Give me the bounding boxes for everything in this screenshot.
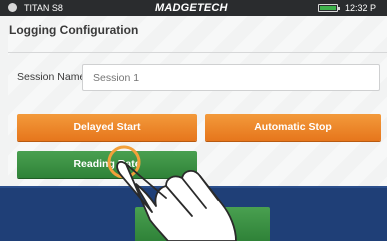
status-bar: TITAN S8 MADGETECH 12:32 P <box>0 0 387 16</box>
device-screen: TITAN S8 MADGETECH 12:32 P Logging Confi… <box>0 0 387 241</box>
session-name-label: Session Name <box>17 71 86 83</box>
power-icon <box>8 3 17 12</box>
brand-logo: MADGETECH <box>155 2 228 14</box>
battery-icon <box>318 4 340 12</box>
tap-gesture-overlay <box>107 145 237 241</box>
title-divider <box>8 52 387 53</box>
status-clock: 12:32 P <box>345 3 377 13</box>
session-name-input[interactable] <box>82 64 380 91</box>
page-title: Logging Configuration <box>9 23 139 37</box>
device-name: TITAN S8 <box>24 3 63 13</box>
